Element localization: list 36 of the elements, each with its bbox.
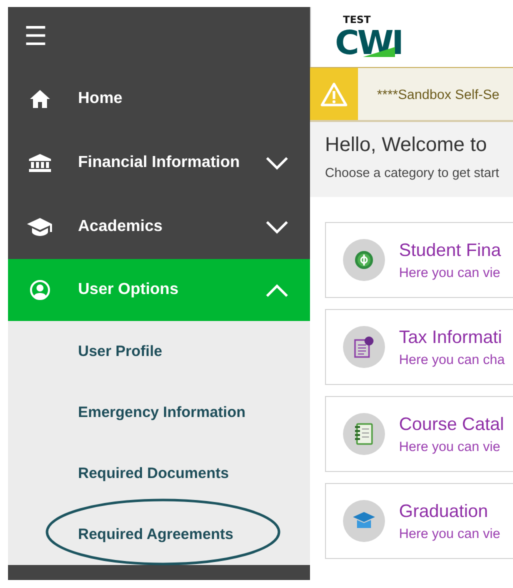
banner-text: ****Sandbox Self-Se (377, 86, 500, 102)
card-description: Here you can vie (399, 439, 502, 454)
chevron-down-icon[interactable] (266, 156, 288, 170)
notebook-icon (343, 413, 385, 455)
submenu-item[interactable]: Required Documents (78, 465, 229, 482)
submenu-item[interactable]: User Profile (78, 343, 162, 360)
home-icon (30, 90, 50, 108)
nav-item[interactable]: Academics (8, 195, 310, 259)
card-description: Here you can vie (399, 526, 500, 541)
card-title[interactable]: Graduation (399, 501, 500, 522)
submenu-item[interactable]: Emergency Information (78, 404, 246, 421)
submenu-item[interactable]: Required Agreements (78, 526, 234, 543)
menu-button[interactable]: ☰ (24, 24, 48, 50)
logo[interactable]: TEST CWI (335, 16, 402, 58)
card-title[interactable]: Student Fina (399, 240, 502, 261)
graduation-cap-icon (27, 218, 53, 236)
warning-icon (320, 82, 348, 106)
chevron-down-icon[interactable] (266, 220, 288, 234)
category-card[interactable]: Graduation Here you can vie (325, 483, 513, 559)
user-icon (30, 280, 50, 300)
card-description: Here you can cha (399, 352, 505, 367)
graduation-cap-icon (343, 500, 385, 542)
document-icon (343, 326, 385, 368)
category-card[interactable]: Course Catal Here you can vie (325, 396, 513, 472)
dollar-coin-icon (343, 239, 385, 281)
card-title[interactable]: Tax Informati (399, 327, 505, 348)
welcome-subtitle: Choose a category to get start (325, 165, 500, 180)
welcome-title: Hello, Welcome to (325, 134, 488, 157)
card-title[interactable]: Course Catal (399, 414, 504, 435)
card-description: Here you can vie (399, 265, 502, 280)
nav-item[interactable]: Financial Information (8, 131, 310, 195)
category-card[interactable]: Tax Informati Here you can cha (325, 309, 513, 385)
chevron-up-icon[interactable] (266, 284, 288, 296)
bank-icon (29, 154, 51, 172)
category-card[interactable]: Student Fina Here you can vie (325, 222, 513, 298)
nav-item[interactable]: Home (8, 67, 310, 131)
